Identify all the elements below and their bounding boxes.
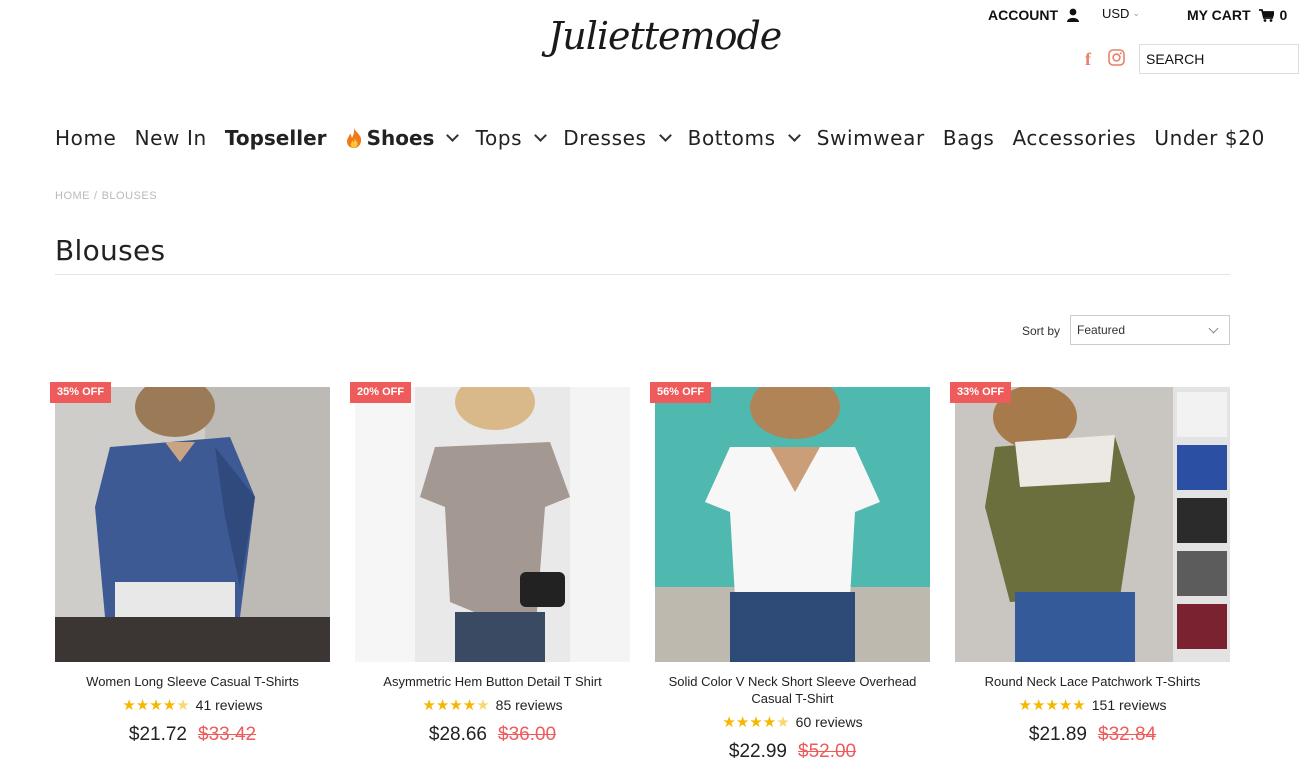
product-rating: ★★★★★ 151 reviews [955,696,1230,714]
chevron-down-icon: ⌄ [1132,8,1140,18]
product-prices: $21.89 $32.84 [955,724,1230,746]
breadcrumb-home[interactable]: HOME [55,190,90,202]
nav-label: Dresses [563,126,647,150]
product-name[interactable]: Round Neck Lace Patchwork T-Shirts [955,673,1230,690]
discount-badge: 56% OFF [650,382,712,403]
cart-link[interactable]: MY CART 0 [1187,7,1287,23]
cart-label: MY CART [1187,7,1251,23]
nav-item-bottoms[interactable]: Bottoms [687,126,801,150]
sort-value: Featured [1077,323,1126,337]
header: Juliettemode ACCOUNT USD ⌄ MY CART 0 f [0,0,1316,100]
facebook-icon[interactable]: f [1085,49,1091,70]
price-compare: $36.00 [498,724,557,745]
nav-item-under-20[interactable]: Under $20 [1154,126,1264,150]
site-logo[interactable]: Juliettemode [548,14,782,78]
product-image[interactable] [55,387,330,662]
star-rating-icon: ★★★★★ [1018,697,1086,714]
product-prices: $22.99 $52.00 [655,741,930,760]
product-name[interactable]: Women Long Sleeve Casual T-Shirts [55,673,330,690]
product-card[interactable]: Women Long Sleeve Casual T-Shirts ★★★★★ … [55,387,330,746]
product-rating: ★★★★★ 85 reviews [355,696,630,714]
nav-item-dresses[interactable]: Dresses [563,126,672,150]
nav-item-tops[interactable]: Tops [475,126,548,150]
price-current: $22.99 [728,741,787,760]
product-prices: $21.72 $33.42 [55,724,330,746]
chevron-down-icon [446,129,460,142]
discount-badge: 20% OFF [350,382,412,403]
product-image[interactable] [655,387,930,662]
divider [55,274,1230,275]
nav-label: Accessories [1012,126,1137,150]
review-count: 85 reviews [495,697,563,713]
price-current: $28.66 [428,724,487,745]
product-image[interactable] [955,387,1230,662]
discount-badge: 35% OFF [50,382,112,403]
star-rating-icon: ★★★★★ [422,697,490,714]
account-link[interactable]: ACCOUNT [988,7,1079,23]
nav-item-swimwear[interactable]: Swimwear [817,126,925,150]
star-rating-icon: ★★★★★ [722,714,790,731]
product-prices: $28.66 $36.00 [355,724,630,746]
nav-item-new-in[interactable]: New In [135,126,207,150]
nav-label: Tops [475,126,523,150]
nav-item-bags[interactable]: Bags [943,126,995,150]
breadcrumb: HOME / BLOUSES [55,190,157,202]
page-title: Blouses [55,234,166,267]
instagram-icon[interactable] [1108,49,1125,66]
nav-label: Bottoms [687,126,776,150]
product-card[interactable]: Asymmetric Hem Button Detail T Shirt ★★★… [355,387,630,746]
nav-item-accessories[interactable]: Accessories [1013,126,1137,150]
nav-label: Shoes [366,126,435,150]
review-count: 151 reviews [1091,697,1167,713]
fire-icon [345,127,363,149]
breadcrumb-current: BLOUSES [101,190,158,202]
chevron-down-icon [1208,323,1219,333]
cart-count: 0 [1279,7,1288,23]
nav-label: Under $20 [1154,126,1265,150]
nav-label: Swimwear [816,126,925,150]
nav-item-home[interactable]: Home [55,126,116,150]
chevron-down-icon [658,129,672,142]
main-nav: Home New In Topseller Shoes Tops Dresses… [55,122,1265,154]
chevron-down-icon [787,129,801,142]
product-image[interactable] [355,387,630,662]
product-rating: ★★★★★ 41 reviews [55,696,330,714]
product-rating: ★★★★★ 60 reviews [655,713,930,731]
breadcrumb-separator: / [94,190,98,202]
search-input[interactable] [1139,44,1299,74]
price-compare: $52.00 [798,741,857,760]
review-count: 60 reviews [795,714,863,730]
nav-item-topseller[interactable]: Topseller [225,126,327,150]
price-compare: $32.84 [1098,724,1157,745]
product-card[interactable]: Round Neck Lace Patchwork T-Shirts ★★★★★… [955,387,1230,746]
nav-label: Bags [942,126,995,150]
nav-label: Topseller [224,126,327,150]
nav-label: Home [55,126,117,150]
price-current: $21.72 [128,724,187,745]
product-name[interactable]: Solid Color V Neck Short Sleeve Overhead… [655,673,930,707]
price-compare: $33.42 [198,724,257,745]
discount-badge: 33% OFF [950,382,1012,403]
product-card[interactable]: Solid Color V Neck Short Sleeve Overhead… [655,387,930,760]
cart-icon [1258,8,1274,22]
nav-item-shoes[interactable]: Shoes [345,126,460,150]
chevron-down-icon [534,129,548,142]
nav-label: New In [134,126,207,150]
star-rating-icon: ★★★★★ [122,697,190,714]
account-label: ACCOUNT [988,7,1058,23]
logo-text: Juliettemode [548,14,782,58]
currency-select[interactable]: USD ⌄ [1102,6,1140,21]
user-icon [1067,8,1079,22]
currency-value: USD [1102,6,1130,21]
review-count: 41 reviews [195,697,263,713]
sort-select[interactable]: Featured [1070,315,1230,345]
price-current: $21.89 [1028,724,1087,745]
product-name[interactable]: Asymmetric Hem Button Detail T Shirt [355,673,630,690]
sort-label: Sort by [1022,324,1061,338]
